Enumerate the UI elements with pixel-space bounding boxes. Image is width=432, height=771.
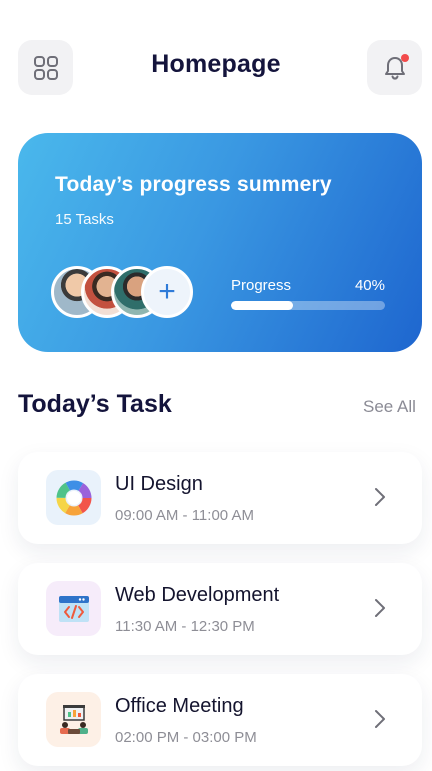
task-card-web-development[interactable]: Web Development 11:30 AM - 12:30 PM <box>18 563 422 655</box>
task-name: Web Development <box>115 584 280 606</box>
task-name: Office Meeting <box>115 695 244 717</box>
task-card-ui-design[interactable]: UI Design 09:00 AM - 11:00 AM <box>18 452 422 544</box>
color-wheel-icon <box>56 480 91 515</box>
code-browser-icon <box>58 595 89 622</box>
task-card-office-meeting[interactable]: Office Meeting 02:00 PM - 03:00 PM <box>18 674 422 766</box>
notification-dot <box>401 54 409 62</box>
task-time: 09:00 AM - 11:00 AM <box>115 507 254 524</box>
tasks-count: 15 Tasks <box>55 211 114 228</box>
task-name: UI Design <box>115 473 203 495</box>
progress-summary-card[interactable]: Today’s progress summery 15 Tasks + Prog… <box>18 133 422 352</box>
section-title: Today’s Task <box>18 390 172 418</box>
task-icon-container <box>46 581 101 636</box>
add-member-button[interactable]: + <box>141 266 193 318</box>
progress-bar-fill <box>231 301 293 310</box>
progress-value: 40% <box>354 277 385 294</box>
task-time: 02:00 PM - 03:00 PM <box>115 729 257 746</box>
progress-label: Progress <box>231 277 292 294</box>
summary-title: Today’s progress summery <box>55 173 332 196</box>
notifications-button[interactable] <box>367 40 422 95</box>
chevron-right-icon[interactable] <box>368 596 392 620</box>
plus-icon: + <box>158 275 176 308</box>
meeting-presentation-icon <box>59 704 88 734</box>
see-all-link[interactable]: See All <box>363 397 416 417</box>
team-avatars: + <box>51 266 211 318</box>
progress-bar <box>231 301 385 310</box>
chevron-right-icon[interactable] <box>368 485 392 509</box>
top-bar: Homepage <box>0 0 432 135</box>
task-icon-container <box>46 470 101 525</box>
task-icon-container <box>46 692 101 747</box>
chevron-right-icon[interactable] <box>368 707 392 731</box>
task-time: 11:30 AM - 12:30 PM <box>115 618 255 635</box>
